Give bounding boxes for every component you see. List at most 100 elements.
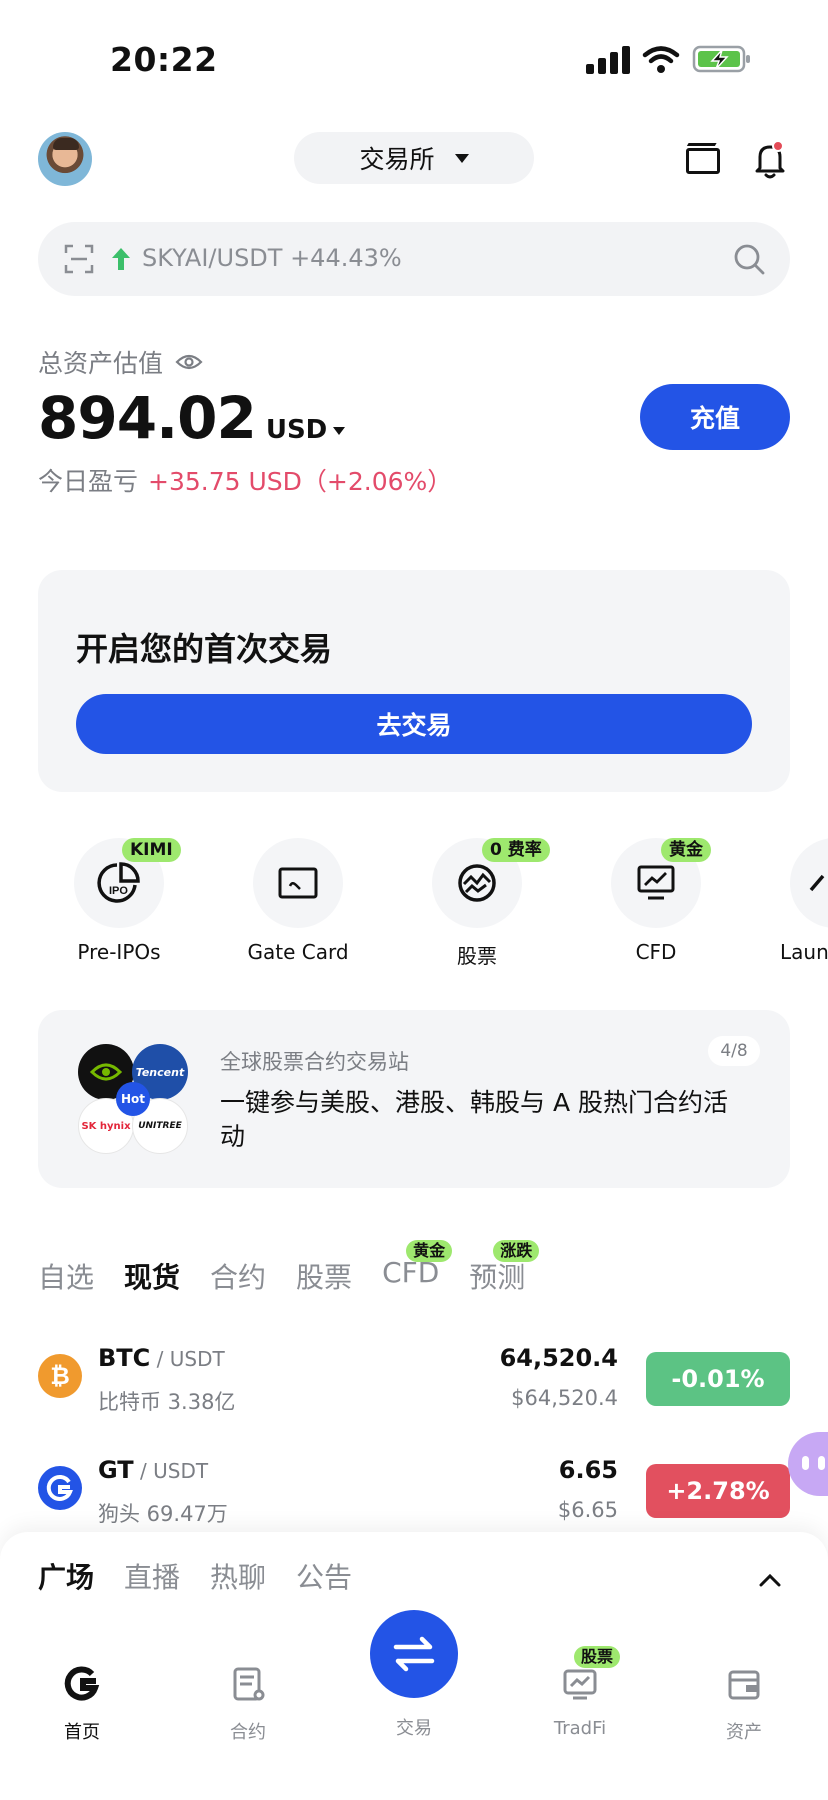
shortcut-label: CFD <box>635 940 677 964</box>
shortcut-gate-card[interactable]: Gate Card <box>223 838 373 964</box>
promo-banner[interactable]: Tencent SK hynix UNITREE Hot 全球股票合约交易站 一… <box>38 1010 790 1188</box>
tab-square[interactable]: 广场 <box>38 1556 94 1596</box>
nav-label: 资产 <box>726 1722 762 1743</box>
svg-text:IPO: IPO <box>109 885 128 897</box>
shortcut-icon-wrap: IPO KIMI <box>74 838 181 928</box>
total-assets-value: 894.02 <box>38 384 257 452</box>
currency-label: USD <box>265 415 328 445</box>
shortcut-label: 股票 <box>457 944 497 968</box>
nav-trade-label: 交易 <box>396 1718 432 1739</box>
chevron-up-icon[interactable] <box>758 1568 782 1592</box>
shortcut-icon-wrap <box>790 838 828 928</box>
pair-name: BTC / USDT <box>98 1344 225 1372</box>
shortcut-stocks[interactable]: 0 费率 股票 <box>402 838 552 969</box>
table-row[interactable]: ₿ BTC / USDT 比特币 3.38亿 64,520.4 $64,520.… <box>38 1344 790 1434</box>
pnl-row: 今日盈亏 +35.75 USD（+2.06%） <box>38 462 452 498</box>
nav-label: 合约 <box>230 1722 266 1743</box>
launch-icon <box>809 874 825 892</box>
swap-arrows-icon <box>393 1636 435 1672</box>
shortcut-badge: KIMI <box>122 838 181 862</box>
go-trade-button[interactable]: 去交易 <box>76 694 752 754</box>
search-trend-text: SKYAI/USDT +44.43% <box>142 244 402 272</box>
pair-quote: / USDT <box>133 1459 209 1483</box>
avatar[interactable] <box>38 132 92 186</box>
notification-dot <box>772 140 784 152</box>
btc-coin-icon: ₿ <box>38 1354 82 1398</box>
shortcut-launch[interactable]: Launc <box>760 838 828 964</box>
asset-value-row: 894.02 USD <box>38 384 346 452</box>
change-badge[interactable]: -0.01% <box>646 1352 790 1406</box>
nav-futures[interactable]: 合约 <box>188 1664 308 1744</box>
shortcut-label: Pre-IPOs <box>77 940 161 964</box>
tradfi-badge: 股票 <box>574 1646 621 1668</box>
chevron-down-icon <box>454 153 469 163</box>
tab-label: 自选 <box>38 1261 95 1294</box>
community-tabs: 广场 直播 热聊 公告 <box>38 1556 352 1596</box>
total-assets-label: 总资产估值 <box>38 349 164 378</box>
exchange-label: 交易所 <box>359 145 435 174</box>
tradfi-icon <box>563 1669 597 1700</box>
tab-predictions[interactable]: 预测 涨跌 <box>469 1240 540 1296</box>
last-price: 64,520.4 <box>499 1344 618 1372</box>
nav-assets[interactable]: 资产 <box>684 1664 804 1744</box>
gt-coin-icon <box>38 1466 82 1510</box>
tab-announcements[interactable]: 公告 <box>296 1556 352 1596</box>
tab-cfd[interactable]: CFD 黄金 <box>382 1240 453 1296</box>
pair-base: BTC <box>98 1344 151 1372</box>
asset-label-row: 总资产估值 <box>38 344 203 380</box>
pnl-value: +35.75 USD（+2.06%） <box>148 467 453 496</box>
shortcut-pre-ipos[interactable]: IPO KIMI Pre-IPOs <box>44 838 194 964</box>
caret-down-icon <box>333 426 346 435</box>
tab-stocks[interactable]: 股票 <box>296 1256 352 1296</box>
tab-hot-chat[interactable]: 热聊 <box>210 1556 266 1596</box>
first-trade-title: 开启您的首次交易 <box>76 630 333 668</box>
exchange-switch[interactable]: 交易所 <box>294 132 534 184</box>
battery-charging-icon <box>692 45 750 73</box>
price-usd: $6.65 <box>557 1498 618 1522</box>
promo-title: 一键参与美股、港股、韩股与 A 股热门合约活动 <box>220 1088 728 1151</box>
tab-badge: 涨跌 <box>493 1240 540 1262</box>
eye-icon[interactable] <box>175 352 203 372</box>
chart-monitor-icon <box>637 865 675 900</box>
tab-spot[interactable]: 现货 <box>124 1256 180 1296</box>
tab-favorites[interactable]: 自选 <box>38 1256 94 1296</box>
pair-volume: 比特币 3.38亿 <box>98 1390 236 1414</box>
scan-icon[interactable] <box>64 244 94 274</box>
tab-label: 股票 <box>296 1261 353 1294</box>
nav-label: 首页 <box>64 1722 100 1743</box>
tab-label: 现货 <box>124 1261 181 1294</box>
pair-base: GT <box>98 1456 134 1484</box>
nav-label: TradFi <box>553 1718 607 1739</box>
shortcut-badge: 黄金 <box>661 838 711 862</box>
tab-badge: 黄金 <box>406 1240 453 1262</box>
tab-live[interactable]: 直播 <box>124 1556 180 1596</box>
assistant-bot-icon[interactable] <box>788 1432 828 1496</box>
shortcut-icon-wrap <box>253 838 343 928</box>
pre-ipo-icon: IPO <box>97 862 140 903</box>
shortcut-cfd[interactable]: 黄金 CFD <box>581 838 731 964</box>
pnl-label: 今日盈亏 <box>38 467 139 496</box>
deposit-button[interactable]: 充值 <box>640 384 790 450</box>
trade-fab-button[interactable] <box>370 1610 458 1698</box>
promo-page-counter: 4/8 <box>708 1036 760 1066</box>
shortcut-label: Launc <box>780 940 828 964</box>
nav-home[interactable]: 首页 <box>22 1664 142 1744</box>
futures-icon <box>233 1667 265 1701</box>
signal-icon <box>586 46 630 74</box>
first-trade-card: 开启您的首次交易 去交易 <box>38 570 790 792</box>
market-tabs: 自选 现货 合约 股票 CFD 黄金 预测 涨跌 <box>38 1240 555 1296</box>
trend-up-arrow-icon <box>112 248 130 270</box>
wallet-icon[interactable] <box>686 148 720 174</box>
shortcut-icon-wrap: 0 费率 <box>432 838 550 928</box>
pair-volume: 狗头 69.47万 <box>98 1502 228 1526</box>
tab-futures[interactable]: 合约 <box>210 1256 266 1296</box>
last-price: 6.65 <box>558 1456 618 1484</box>
shortcut-icon-wrap: 黄金 <box>611 838 711 928</box>
search-icon[interactable] <box>732 242 766 276</box>
tab-label: 合约 <box>210 1261 267 1294</box>
change-badge[interactable]: +2.78% <box>646 1464 790 1518</box>
search-bar[interactable]: SKYAI/USDT +44.43% <box>38 222 790 296</box>
currency-selector[interactable]: USD <box>265 415 346 445</box>
pair-quote: / USDT <box>150 1347 225 1371</box>
nav-tradfi[interactable]: TradFi <box>520 1664 640 1739</box>
